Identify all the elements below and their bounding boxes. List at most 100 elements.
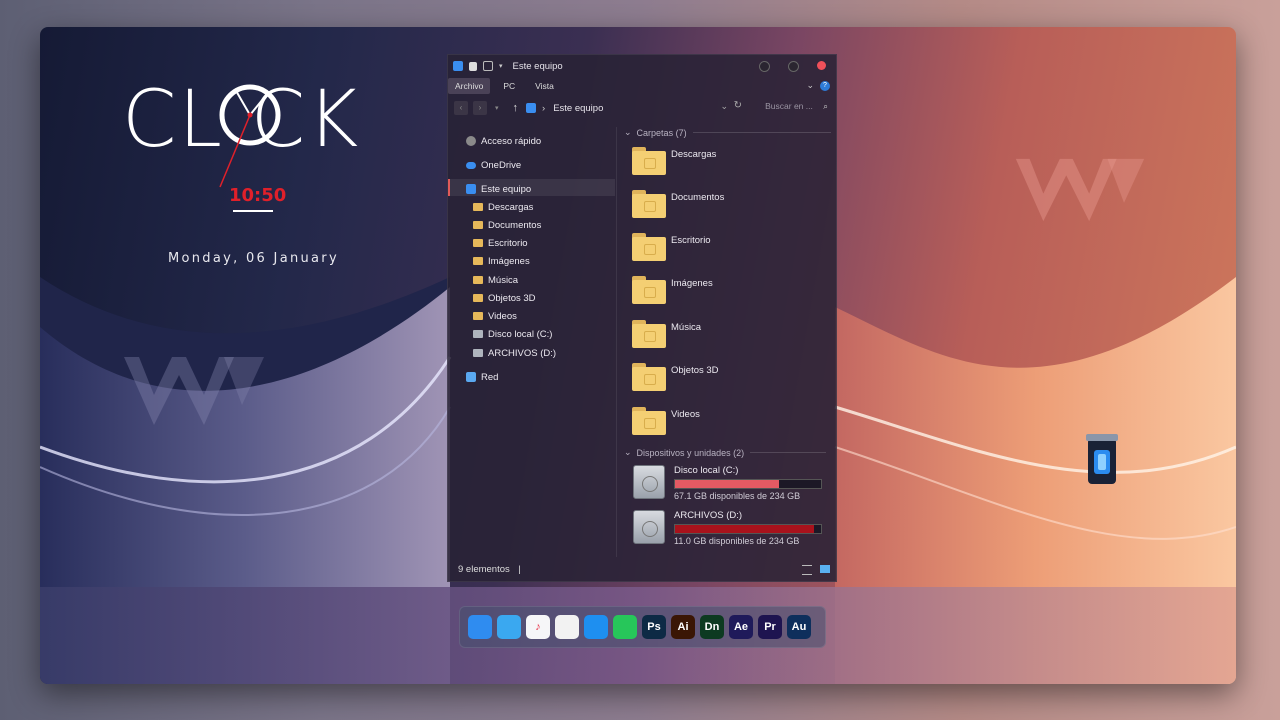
folder-icon <box>473 221 483 229</box>
dock: ♪ Ps Ai Dn Ae Pr Au <box>459 606 826 648</box>
new-folder-icon[interactable] <box>483 61 493 71</box>
drives-group-header[interactable]: ⌄ Dispositivos y unidades (2) <box>624 447 827 458</box>
explorer-icon <box>453 61 463 71</box>
folder-label-musica[interactable]: Música <box>671 322 701 333</box>
hard-drive-icon[interactable] <box>633 465 665 499</box>
tab-pc[interactable]: PC <box>496 78 522 94</box>
folder-icon[interactable] <box>632 147 666 175</box>
folder-icon[interactable] <box>632 363 666 391</box>
ribbon-tabs: Archivo PC Vista ⌄ ? <box>448 77 836 95</box>
help-icon[interactable]: ? <box>820 81 830 91</box>
aftereffects-icon[interactable]: Ae <box>729 615 753 639</box>
hard-drive-icon[interactable] <box>633 510 665 544</box>
address-path[interactable]: Este equipo <box>553 103 603 114</box>
search-input[interactable]: Buscar en ... ⌕ <box>765 101 828 112</box>
folder-label-videos[interactable]: Videos <box>671 409 700 420</box>
large-icons-view-icon[interactable] <box>820 565 830 573</box>
sidebar-item-archivos-d[interactable]: ARCHIVOS (D:) <box>473 345 556 361</box>
forward-button[interactable]: › <box>473 101 487 115</box>
sidebar-item-escritorio[interactable]: Escritorio <box>473 235 528 251</box>
sidebar-item-label: OneDrive <box>481 159 522 171</box>
pane-divider[interactable] <box>616 127 617 557</box>
sidebar-item-videos[interactable]: Videos <box>473 308 517 324</box>
customize-toolbar-icon[interactable]: ▾ <box>499 62 503 70</box>
collapse-chevron-icon[interactable]: ⌄ <box>624 127 632 138</box>
trash-icon[interactable] <box>1084 432 1120 487</box>
group-title: Dispositivos y unidades (2) <box>636 447 745 458</box>
sidebar-item-este-equipo[interactable]: Este equipo <box>466 181 531 197</box>
quick-access-icon <box>466 136 476 146</box>
clock-face-icon <box>219 84 281 188</box>
sidebar-item-onedrive[interactable]: OneDrive <box>466 157 521 173</box>
audition-icon[interactable]: Au <box>787 615 811 639</box>
search-icon: ⌕ <box>823 101 828 111</box>
drive-usage-bar <box>674 524 822 534</box>
photos-icon[interactable] <box>555 615 579 639</box>
sidebar-item-descargas[interactable]: Descargas <box>473 199 533 215</box>
sidebar-item-acceso-rapido[interactable]: Acceso rápido <box>466 133 541 149</box>
photoshop-icon[interactable]: Ps <box>642 615 666 639</box>
folders-group-header[interactable]: ⌄ Carpetas (7) <box>624 127 831 138</box>
folder-icon <box>473 257 483 265</box>
window-title: Este equipo <box>512 60 563 72</box>
folder-label-imagenes[interactable]: Imágenes <box>671 278 713 289</box>
sidebar-item-documentos[interactable]: Documentos <box>473 217 541 233</box>
drive-icon <box>473 349 483 357</box>
drive-name[interactable]: Disco local (C:) <box>674 465 738 476</box>
folder-label-escritorio[interactable]: Escritorio <box>671 235 711 246</box>
folder-label-documentos[interactable]: Documentos <box>671 192 724 203</box>
title-bar[interactable]: ▾ Este equipo <box>448 55 836 77</box>
folder-icon[interactable] <box>632 190 666 218</box>
back-button[interactable]: ‹ <box>454 101 468 115</box>
dimension-icon[interactable]: Dn <box>700 615 724 639</box>
folder-icon[interactable] <box>632 276 666 304</box>
refresh-icon[interactable]: ↻ <box>734 100 742 111</box>
folder-icon[interactable] <box>632 407 666 435</box>
safari-icon[interactable] <box>584 615 608 639</box>
breadcrumb-chevron-icon[interactable]: › <box>542 103 545 114</box>
recent-locations-icon[interactable]: ▾ <box>495 104 499 112</box>
folder-icon <box>473 239 483 247</box>
sidebar-item-objetos-3d[interactable]: Objetos 3D <box>473 290 536 306</box>
details-view-icon[interactable] <box>802 565 812 575</box>
sidebar-item-red[interactable]: Red <box>466 369 498 385</box>
maximize-button[interactable] <box>788 61 799 72</box>
music-icon[interactable]: ♪ <box>526 615 550 639</box>
sidebar-item-label: Música <box>488 274 519 286</box>
drive-usage-fill <box>675 525 814 533</box>
folder-label-descargas[interactable]: Descargas <box>671 149 716 160</box>
folder-icon[interactable] <box>632 233 666 261</box>
minimize-button[interactable] <box>759 61 770 72</box>
sidebar-item-disco-c[interactable]: Disco local (C:) <box>473 326 552 342</box>
illustrator-icon[interactable]: Ai <box>671 615 695 639</box>
up-arrow-icon[interactable]: ↑ <box>513 102 519 114</box>
drive-icon <box>473 330 483 338</box>
folder-label-objetos-3d[interactable]: Objetos 3D <box>671 365 719 376</box>
sidebar-item-label: Disco local (C:) <box>488 328 553 340</box>
folder-icon[interactable] <box>497 615 521 639</box>
folder-icon <box>473 312 483 320</box>
tab-vista[interactable]: Vista <box>528 78 561 94</box>
sidebar-item-label: Imágenes <box>488 255 530 267</box>
address-dropdown-icon[interactable]: ⌄ <box>720 101 728 112</box>
close-button[interactable] <box>817 61 826 70</box>
tab-archivo[interactable]: Archivo <box>448 78 491 94</box>
facetime-icon[interactable] <box>613 615 637 639</box>
properties-icon[interactable] <box>469 61 477 71</box>
view-toggle <box>802 565 830 575</box>
finder-icon[interactable] <box>468 615 492 639</box>
drive-name[interactable]: ARCHIVOS (D:) <box>674 510 742 521</box>
expand-ribbon-icon[interactable]: ⌄ <box>806 80 814 91</box>
sidebar-item-imagenes[interactable]: Imágenes <box>473 253 530 269</box>
file-explorer-window[interactable]: ▾ Este equipo Archivo PC Vista ⌄ ? ‹ › ▾… <box>447 54 837 582</box>
onedrive-icon <box>466 161 476 169</box>
collapse-chevron-icon[interactable]: ⌄ <box>624 447 632 458</box>
search-placeholder: Buscar en ... <box>765 101 813 111</box>
premiere-icon[interactable]: Pr <box>758 615 782 639</box>
folder-icon[interactable] <box>632 320 666 348</box>
drive-usage-fill <box>675 480 779 488</box>
folder-icon <box>473 203 483 211</box>
sidebar-item-musica[interactable]: Música <box>473 272 518 288</box>
clock-time: 10:50 <box>229 185 287 206</box>
sidebar-item-label: Acceso rápido <box>481 135 542 147</box>
